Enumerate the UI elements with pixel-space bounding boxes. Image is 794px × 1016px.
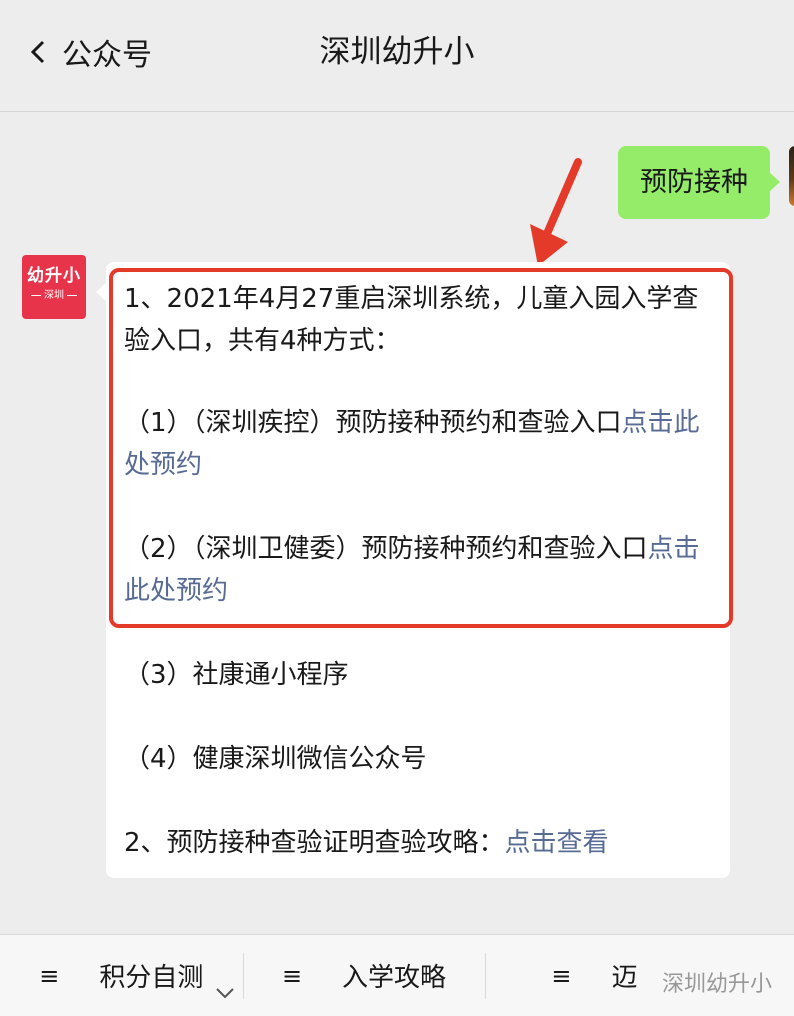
message-paragraph-5: （4）健康深圳微信公众号 xyxy=(124,744,427,774)
menu-item-label: 入学攻略 xyxy=(342,963,447,993)
message-paragraph-3: （2）（深圳卫健委）预防接种预约和查验入口点击此处预约 xyxy=(124,528,716,612)
menu-list-icon: ≡ xyxy=(551,961,572,990)
nav-header: 公众号 深圳幼升小 xyxy=(0,0,794,112)
message-paragraph-4: （3）社康通小程序 xyxy=(124,660,349,690)
avatar-sub: 深圳 xyxy=(22,289,86,303)
menu-list-icon: ≡ xyxy=(39,961,60,990)
message-text: （2）（深圳卫健委）预防接种预约和查验入口 xyxy=(124,534,648,564)
message-paragraph-1: 1、2021年4月27重启深圳系统，儿童入园入学查验入口，共有4种方式： xyxy=(124,284,699,356)
message-text: 2、预防接种查验证明查验攻略： xyxy=(124,828,505,858)
account-avatar[interactable]: 幼升小 深圳 xyxy=(22,255,86,319)
menu-item-admission-guide[interactable]: ≡ 入学攻略 xyxy=(242,935,486,1016)
incoming-message: 1、2021年4月27重启深圳系统，儿童入园入学查验入口，共有4种方式： （1）… xyxy=(96,262,730,878)
annotation-arrow-icon xyxy=(530,158,582,266)
view-guide-link[interactable]: 点击查看 xyxy=(505,828,609,858)
watermark: 深圳幼升小 xyxy=(661,972,772,997)
message-text: （1）（深圳疾控）预防接种预约和查验入口 xyxy=(124,408,622,438)
menu-list-icon: ≡ xyxy=(281,961,303,990)
chevron-down-icon xyxy=(216,988,234,999)
menu-item-points-test[interactable]: ≡ 积分自测 xyxy=(0,935,243,1016)
menu-item-label: 迈 xyxy=(611,963,638,993)
self-avatar[interactable] xyxy=(789,146,794,206)
menu-item-label: 积分自测 xyxy=(99,963,204,993)
message-paragraph-2: （1）（深圳疾控）预防接种预约和查验入口点击此处预约 xyxy=(124,402,716,486)
message-paragraph-6: 2、预防接种查验证明查验攻略：点击查看 xyxy=(124,822,716,864)
page-title: 深圳幼升小 xyxy=(319,34,475,70)
outgoing-message[interactable]: 预防接种 xyxy=(618,146,780,219)
avatar-brand: 幼升小 xyxy=(27,266,81,286)
